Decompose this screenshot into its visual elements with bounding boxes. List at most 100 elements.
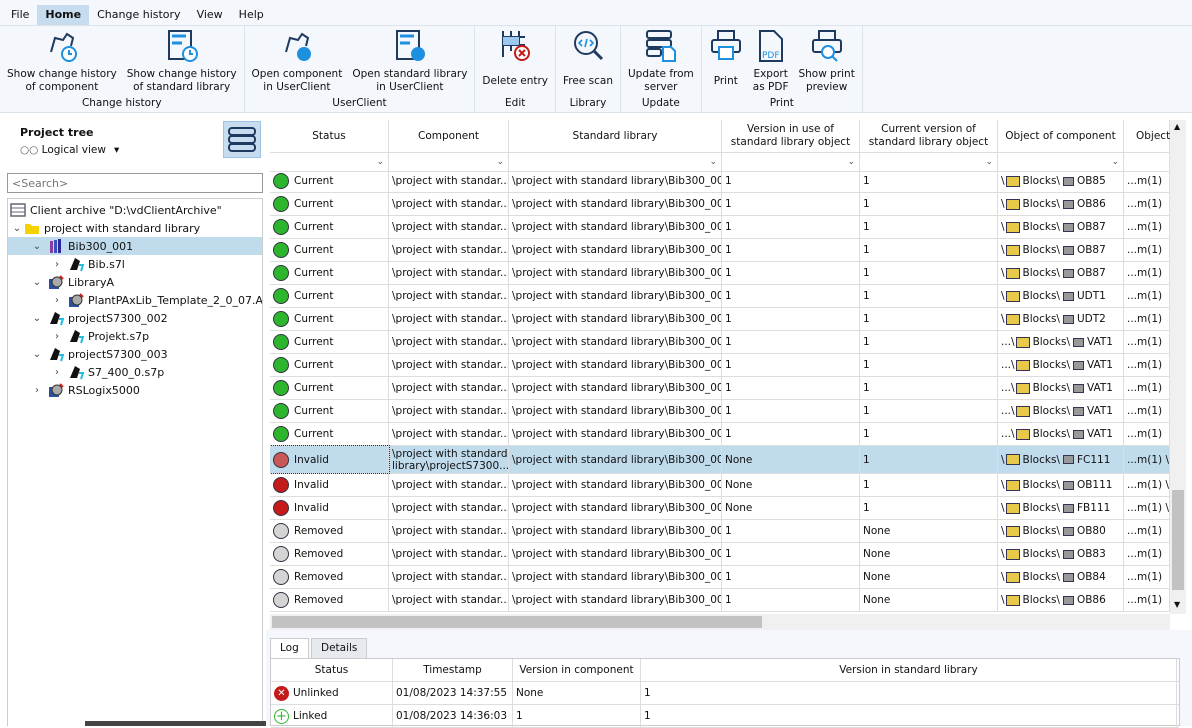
search-input[interactable] <box>7 173 263 193</box>
object-name: OB83 <box>1076 548 1106 560</box>
menu-file[interactable]: File <box>3 5 37 25</box>
blocks-label: Blocks <box>1022 175 1057 187</box>
horizontal-scrollbar[interactable] <box>270 614 1170 630</box>
table-row[interactable]: Current \project with standar... \project … <box>270 354 1170 377</box>
filter-dropdown-icon[interactable]: ⌄ <box>985 156 993 169</box>
log-column-header[interactable]: Version in standard library <box>641 659 1177 681</box>
object-cell: \ Blocks \ UDT1 <box>998 285 1124 307</box>
table-row[interactable]: Current \project with standar... \project … <box>270 216 1170 239</box>
tree-node[interactable]: › PlantPAxLib_Template_2_0_07.ACD <box>50 291 262 309</box>
filter-dropdown-icon[interactable]: ⌄ <box>847 156 855 169</box>
table-row[interactable]: Invalid \project with standar... \project … <box>270 497 1170 520</box>
table-row[interactable]: Removed \project with standar... \project … <box>270 566 1170 589</box>
table-row[interactable]: Invalid \project with standar... \project … <box>270 474 1170 497</box>
project-tree: Client archive "D:\vdClientArchive" ⌄ proj… <box>7 198 263 726</box>
tree-node[interactable]: ⌄ Bib300_001 <box>8 237 262 255</box>
object-cell: \ Blocks \ OB86 <box>998 589 1124 611</box>
scroll-thumb[interactable] <box>272 616 762 628</box>
tree-node[interactable]: › RSLogix5000 <box>30 381 140 399</box>
tree-node[interactable]: ⌄ project with standard library <box>10 219 200 237</box>
chevron-down-icon[interactable]: ⌄ <box>10 223 24 234</box>
print-preview-button[interactable]: Show print preview <box>793 26 859 96</box>
database-view-button[interactable] <box>223 121 261 158</box>
column-header[interactable]: Component ⌄ <box>389 120 509 171</box>
chevron-right-icon[interactable]: › <box>50 331 64 342</box>
table-row[interactable]: Current \project with standar... \project … <box>270 193 1170 216</box>
library-userclient-button[interactable]: Open standard library in UserClient <box>347 26 472 96</box>
column-header[interactable]: Status ⌄ <box>270 120 389 171</box>
table-row[interactable]: Current \project with standar... \project … <box>270 239 1170 262</box>
menu-view[interactable]: View <box>189 5 231 25</box>
dropdown-arrow-icon: ▾ <box>113 144 120 156</box>
table-row[interactable]: Current \project with standar... \project … <box>270 377 1170 400</box>
scroll-up-icon[interactable]: ▲ <box>1174 122 1180 131</box>
current-version-cell: 1 <box>860 400 998 422</box>
tree-node[interactable]: Client archive "D:\vdClientArchive" <box>10 201 222 219</box>
filter-dropdown-icon[interactable]: ⌄ <box>376 156 384 169</box>
filter-dropdown-icon[interactable]: ⌄ <box>709 156 717 169</box>
chevron-down-icon[interactable]: ⌄ <box>30 277 44 288</box>
log-row[interactable]: + Linked 01/08/2023 14:36:03 1 1 <box>271 705 1179 728</box>
chevron-down-icon[interactable]: ⌄ <box>30 241 44 252</box>
printer-button[interactable]: Print <box>704 26 748 96</box>
log-column-header[interactable]: Status <box>271 659 393 681</box>
log-column-header[interactable]: Version in component <box>513 659 641 681</box>
blocks-label: Blocks <box>1022 548 1057 560</box>
tree-node[interactable]: ⌄ LibraryA <box>30 273 114 291</box>
tree-node[interactable]: › Projekt.s7p <box>50 327 149 345</box>
tree-node[interactable]: ⌄ projectS7300_002 <box>30 309 168 327</box>
menu-change-history[interactable]: Change history <box>89 5 188 25</box>
chevron-right-icon[interactable]: › <box>50 259 64 270</box>
menu-help[interactable]: Help <box>231 5 272 25</box>
table-row[interactable]: Removed \project with standar... \project … <box>270 520 1170 543</box>
vertical-scrollbar[interactable]: ▲ ▼ <box>1170 120 1186 614</box>
chevron-right-icon[interactable]: › <box>50 295 64 306</box>
table-row[interactable]: Current \project with standar... \project … <box>270 400 1170 423</box>
tree-node[interactable]: › Bib.s7l <box>50 255 125 273</box>
server-update-button[interactable]: Update from server <box>623 26 699 96</box>
table-row[interactable]: Current \project with standar... \project … <box>270 262 1170 285</box>
component-userclient-button[interactable]: Open component in UserClient <box>247 26 348 96</box>
chevron-right-icon[interactable]: › <box>50 367 64 378</box>
component-cell: \project with standar... <box>389 497 509 519</box>
scroll-thumb[interactable] <box>1172 490 1184 590</box>
chevron-down-icon[interactable]: ⌄ <box>30 313 44 324</box>
svg-text:PDF: PDF <box>762 51 780 61</box>
table-row[interactable]: Current \project with standar... \project … <box>270 331 1170 354</box>
pdf-button[interactable]: PDF Export as PDF <box>748 26 794 96</box>
log-column-header[interactable]: Timestamp <box>393 659 513 681</box>
view-selector[interactable]: ○○ Logical view ▾ <box>20 144 119 156</box>
chevron-down-icon[interactable]: ⌄ <box>30 349 44 360</box>
tab-details[interactable]: Details <box>311 638 368 658</box>
version-in-use-cell: 1 <box>722 285 860 307</box>
table-row[interactable]: Current \project with standar... \project … <box>270 285 1170 308</box>
tree-node[interactable]: ⌄ projectS7300_003 <box>30 345 168 363</box>
component-history-button[interactable]: Show change history of component <box>2 26 122 96</box>
scroll-down-icon[interactable]: ▼ <box>1174 600 1180 609</box>
table-row[interactable]: Current \project with standar... \project … <box>270 172 1170 193</box>
log-row[interactable]: ✕ Unlinked 01/08/2023 14:37:55 None 1 <box>271 682 1179 705</box>
current-version-cell: 1 <box>860 285 998 307</box>
free-scan-button[interactable]: Free scan <box>558 26 618 96</box>
column-header[interactable]: Standard library ⌄ <box>509 120 722 171</box>
table-row[interactable]: Invalid \project with standard library\pr… <box>270 445 1170 474</box>
tab-log[interactable]: Log <box>270 638 309 658</box>
column-header[interactable]: Current version of standard library obje… <box>860 120 998 171</box>
chevron-right-icon[interactable]: › <box>30 385 44 396</box>
tree-node-label: projectS7300_003 <box>68 347 168 361</box>
column-header[interactable]: Object of component ⌄ <box>998 120 1124 171</box>
menu-home[interactable]: Home <box>37 5 90 25</box>
column-header[interactable]: Object <box>1124 120 1170 171</box>
current-version-cell: None <box>860 589 998 611</box>
table-row[interactable]: Removed \project with standar... \project … <box>270 543 1170 566</box>
filter-dropdown-icon[interactable]: ⌄ <box>496 156 504 169</box>
column-header[interactable]: Version in use of standard library objec… <box>722 120 860 171</box>
table-row[interactable]: Removed \project with standar... \project … <box>270 589 1170 612</box>
tree-node[interactable]: › S7_400_0.s7p <box>50 363 164 381</box>
table-row[interactable]: Current \project with standar... \project … <box>270 423 1170 446</box>
filter-dropdown-icon[interactable]: ⌄ <box>1111 156 1119 169</box>
status-cell: Current <box>270 308 389 330</box>
table-row[interactable]: Current \project with standar... \project … <box>270 308 1170 331</box>
library-history-button[interactable]: Show change history of standard library <box>122 26 242 96</box>
delete-entry-button[interactable]: Delete entry <box>477 26 553 96</box>
